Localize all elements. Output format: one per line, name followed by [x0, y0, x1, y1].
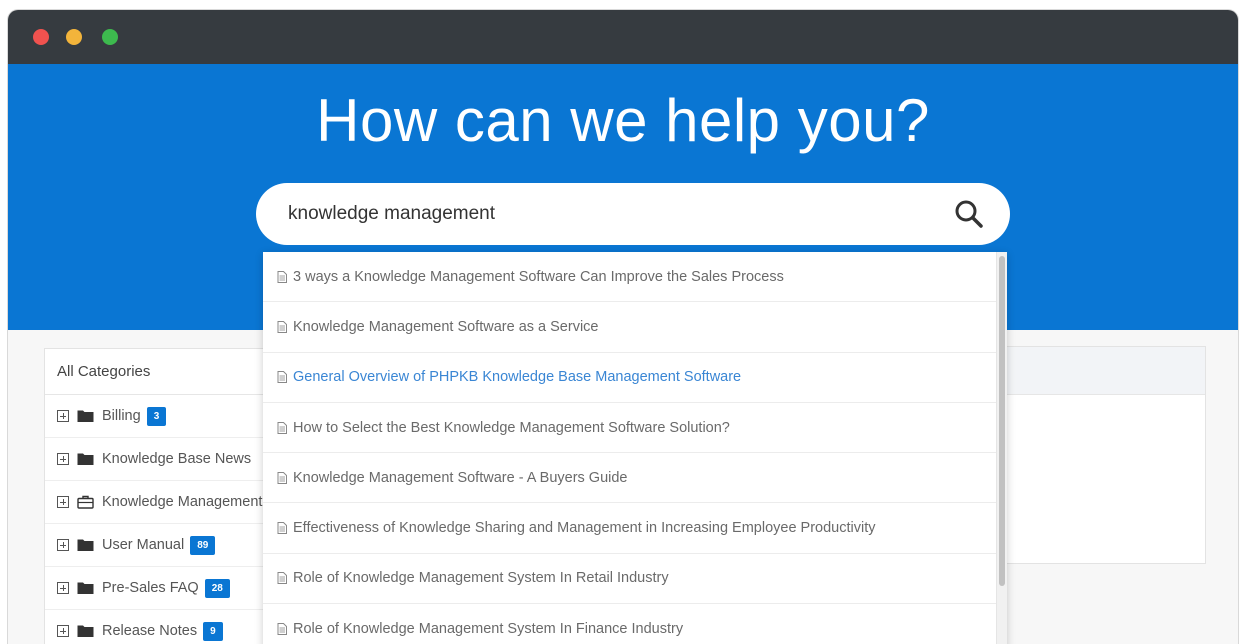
- category-item[interactable]: Pre-Sales FAQ 28: [45, 567, 283, 610]
- suggestion-item[interactable]: Effectiveness of Knowledge Sharing and M…: [263, 503, 1007, 554]
- document-icon: [277, 622, 287, 635]
- suggestion-title: Effectiveness of Knowledge Sharing and M…: [293, 520, 876, 537]
- category-item[interactable]: Release Notes 9: [45, 610, 283, 644]
- suggestion-title: Role of Knowledge Management System In R…: [293, 570, 669, 587]
- expand-icon[interactable]: [57, 496, 69, 508]
- document-icon: [277, 270, 287, 283]
- count-badge: 89: [190, 535, 216, 555]
- category-item[interactable]: Billing 3: [45, 395, 283, 438]
- minimize-window-button[interactable]: [66, 29, 82, 45]
- folder-icon: [77, 410, 94, 422]
- categories-header: All Categories: [45, 349, 283, 395]
- category-item[interactable]: Knowledge Base News: [45, 438, 283, 481]
- maximize-window-button[interactable]: [102, 29, 118, 45]
- briefcase-icon: [77, 495, 94, 509]
- search-icon: [955, 200, 983, 228]
- count-badge: 28: [204, 578, 230, 598]
- folder-icon: [77, 453, 94, 465]
- document-icon: [277, 572, 287, 585]
- suggestion-item[interactable]: Role of Knowledge Management System In F…: [263, 604, 1007, 644]
- categories-panel: All Categories Billing 3 Knowledge Base Ne…: [44, 348, 284, 644]
- suggestion-item[interactable]: How to Select the Best Knowledge Managem…: [263, 403, 1007, 454]
- category-label: Billing: [102, 408, 141, 424]
- category-item[interactable]: Knowledge Management: [45, 481, 283, 524]
- category-label: User Manual: [102, 537, 185, 553]
- category-list: Billing 3 Knowledge Base News Knowledge Man…: [45, 395, 283, 644]
- suggestion-title: 3 ways a Knowledge Management Software C…: [293, 268, 784, 285]
- folder-icon: [77, 625, 94, 637]
- suggestion-item[interactable]: Role of Knowledge Management System In R…: [263, 554, 1007, 605]
- count-badge: 9: [203, 621, 223, 641]
- page-title: How can we help you?: [316, 87, 930, 154]
- document-icon: [277, 421, 287, 434]
- suggestion-title: General Overview of PHPKB Knowledge Base…: [293, 369, 742, 386]
- category-label: Release Notes: [102, 623, 198, 639]
- suggestion-item[interactable]: Knowledge Management Software - A Buyers…: [263, 453, 1007, 504]
- dropdown-scrollbar[interactable]: [996, 252, 1007, 644]
- count-badge: 3: [146, 406, 167, 426]
- category-item[interactable]: User Manual 89: [45, 524, 283, 567]
- category-label: Pre-Sales FAQ: [102, 580, 199, 596]
- suggestion-item[interactable]: General Overview of PHPKB Knowledge Base…: [263, 353, 1007, 403]
- folder-icon: [77, 582, 94, 594]
- search-button[interactable]: [952, 197, 986, 231]
- suggestion-list: 3 ways a Knowledge Management Software C…: [263, 252, 1007, 644]
- suggestion-title: Knowledge Management Software - A Buyers…: [293, 469, 628, 486]
- search-bar: [256, 183, 1010, 245]
- search-input[interactable]: [288, 198, 928, 230]
- suggestion-title: Knowledge Management Software as a Servi…: [293, 318, 599, 335]
- category-label: Knowledge Base News: [102, 451, 252, 467]
- document-icon: [277, 471, 287, 484]
- window-titlebar: [8, 10, 1238, 64]
- expand-icon[interactable]: [57, 410, 69, 422]
- document-icon: [277, 320, 287, 333]
- suggestion-item[interactable]: Knowledge Management Software as a Servi…: [263, 302, 1007, 353]
- category-label: Knowledge Management: [102, 494, 263, 510]
- scrollbar-thumb[interactable]: [999, 256, 1005, 586]
- expand-icon[interactable]: [57, 582, 69, 594]
- suggestion-item[interactable]: 3 ways a Knowledge Management Software C…: [263, 252, 1007, 303]
- document-icon: [277, 371, 287, 384]
- browser-window: How can we help you? All Categories Bill…: [8, 10, 1238, 644]
- expand-icon[interactable]: [57, 625, 69, 637]
- suggestion-title: Role of Knowledge Management System In F…: [293, 620, 684, 637]
- document-icon: [277, 522, 287, 535]
- expand-icon[interactable]: [57, 539, 69, 551]
- expand-icon[interactable]: [57, 453, 69, 465]
- search-suggestions-dropdown: 3 ways a Knowledge Management Software C…: [263, 252, 1007, 644]
- suggestion-title: How to Select the Best Knowledge Managem…: [293, 419, 730, 436]
- folder-icon: [77, 539, 94, 551]
- close-window-button[interactable]: [33, 29, 49, 45]
